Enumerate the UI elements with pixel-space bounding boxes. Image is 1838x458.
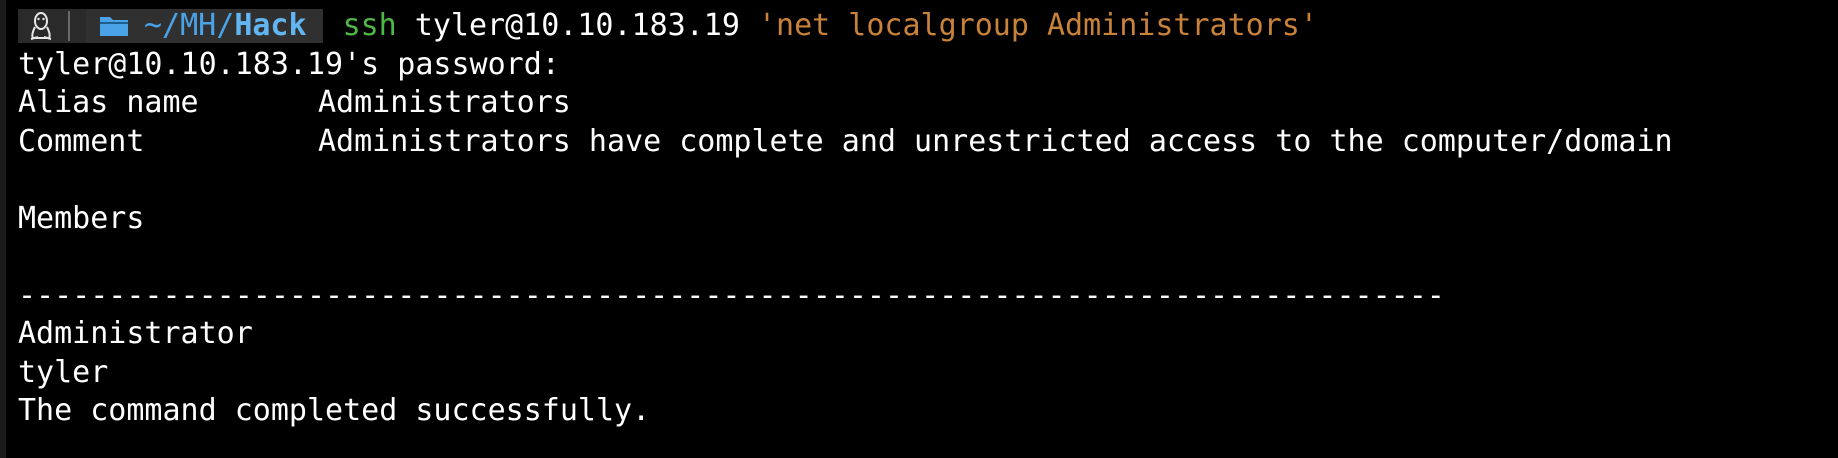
terminal-window[interactable]: ~/MH/Hack ssh tyler@10.10.183.19 'net lo… [0,0,1838,458]
comment-value: Administrators have complete and unrestr… [318,123,1673,159]
alias-label: Alias name [18,85,199,120]
directory-segment: ~/MH/Hack [86,8,323,44]
directory-current: Hack [234,8,307,43]
command-name: ssh [342,8,397,43]
member-item: tyler [18,354,109,390]
folder-icon [98,13,130,39]
members-heading: Members [18,200,145,236]
segment-separator [68,11,70,42]
command-args: tyler@10.10.183.19 [396,8,758,43]
prompt-line: ~/MH/Hack ssh tyler@10.10.183.19 'net lo… [18,7,1838,46]
password-prompt: tyler@10.10.183.19's password: [18,46,560,82]
os-segment [18,9,86,44]
directory-path: ~/MH/ [144,8,235,43]
divider-line: ----------------------------------------… [18,277,1445,313]
alias-row: Alias name Administrators [18,84,1838,123]
comment-label: Comment [18,123,145,159]
alias-value: Administrators [318,85,571,120]
member-item: Administrator [18,316,253,351]
command-quoted-arg: 'net localgroup Administrators' [757,8,1318,43]
linux-tux-icon [28,11,54,41]
comment-row: Comment Administrators have complete and … [18,123,1838,162]
status-message: The command completed successfully. [18,393,651,428]
